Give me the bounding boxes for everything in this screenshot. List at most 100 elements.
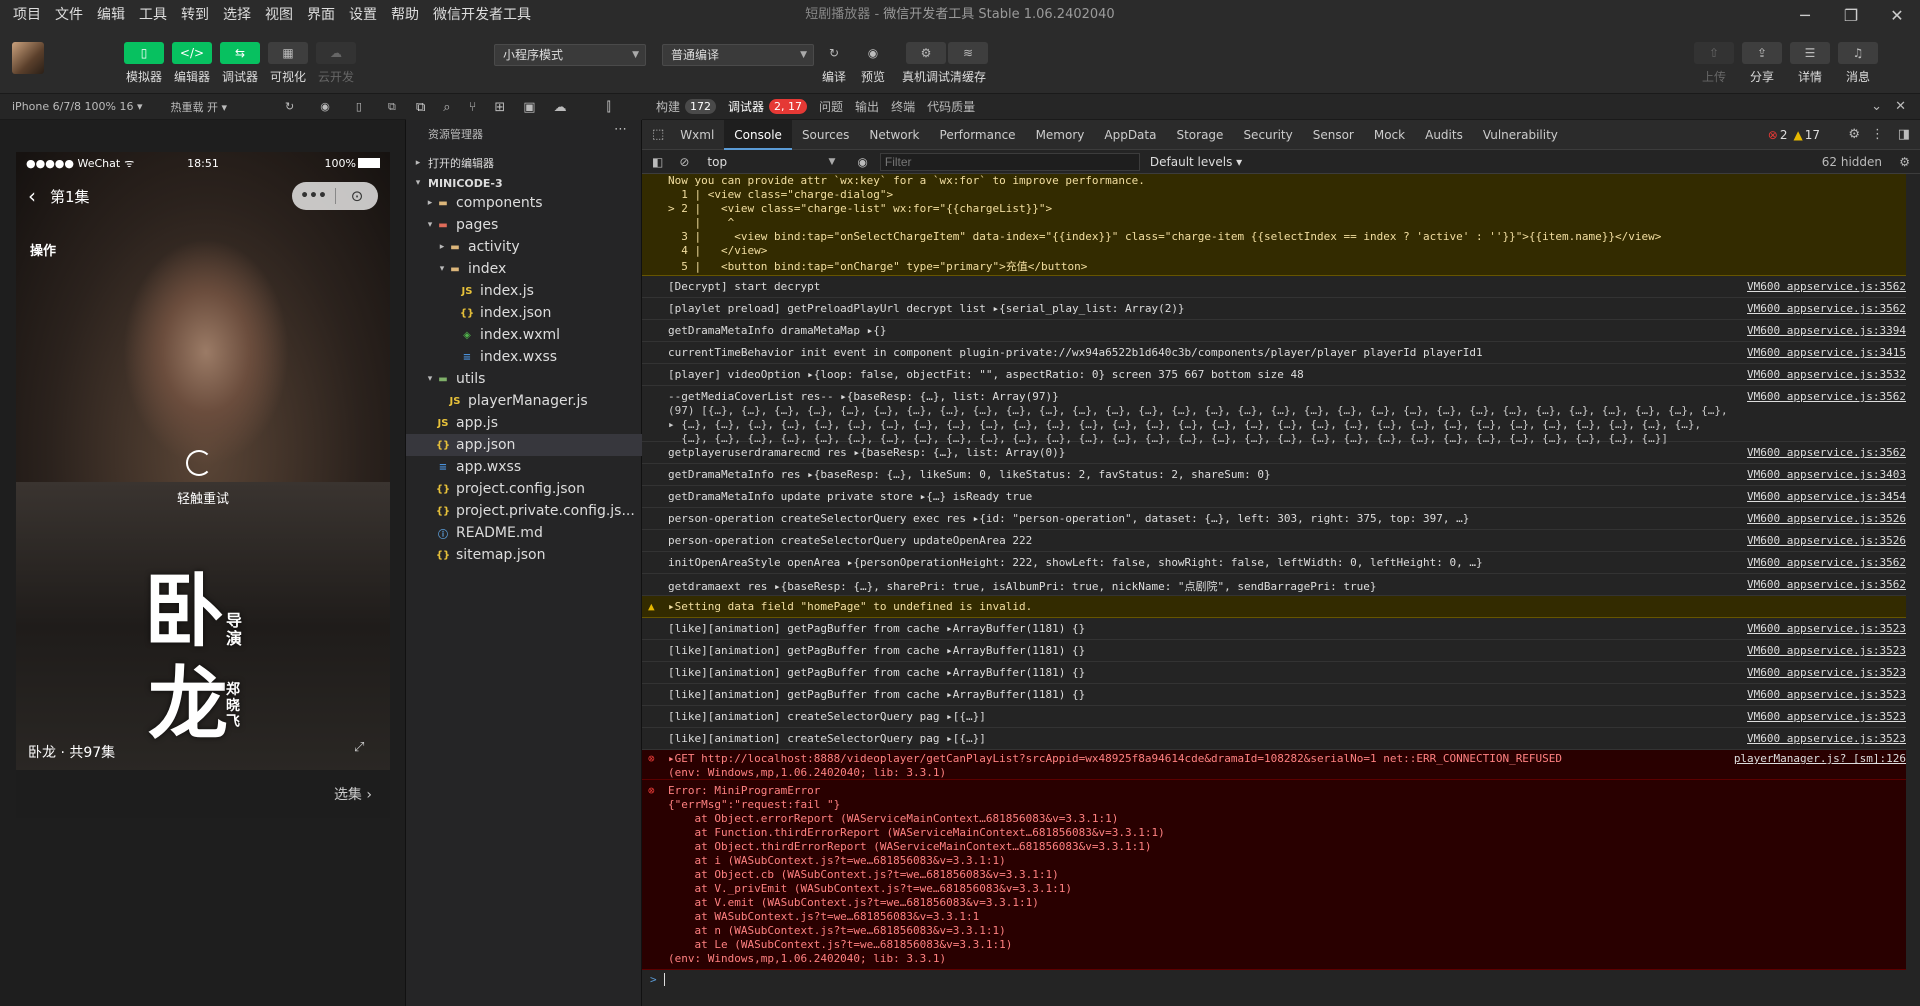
close-icon[interactable]: ✕ (1874, 0, 1920, 30)
rotate-icon[interactable]: ↻ (285, 100, 294, 113)
tree-item-utils[interactable]: ▾ ▬ utils (406, 368, 642, 390)
menu-item-3[interactable]: 工具 (132, 0, 174, 30)
tree-item-sitemap-json[interactable]: {} sitemap.json (406, 544, 642, 566)
log-source-link[interactable]: VM600 appservice.js:3523 (1747, 622, 1906, 635)
device-select[interactable]: iPhone 6/7/8 100% 16 ▾ (12, 100, 143, 113)
right-action-1[interactable]: ⇪ 分享 (1740, 42, 1784, 85)
log-source-link[interactable]: VM600 appservice.js:3562 (1747, 556, 1906, 569)
compile-select[interactable]: 普通编译 ▼ (662, 44, 814, 66)
tree-item-readme-md[interactable]: ⓘ README.md (406, 522, 642, 544)
error-line[interactable]: ▸GET http://localhost:8888/videoplayer/g… (668, 752, 1562, 765)
panel-tab-1[interactable]: 调试器 2, 17 (728, 98, 808, 115)
log-source-link[interactable]: VM600 appservice.js:3526 (1747, 534, 1906, 547)
more-icon[interactable]: ⋯ (614, 122, 627, 137)
back-arrow-icon[interactable]: ‹ (28, 184, 36, 208)
tab-memory[interactable]: Memory (1026, 120, 1095, 150)
log-source-link[interactable]: VM600 appservice.js:3562 (1747, 302, 1906, 315)
toolbar-button-2[interactable]: ⇆ 调试器 (218, 42, 262, 85)
search-icon[interactable]: ⌕ (443, 100, 450, 115)
popout-icon[interactable]: ⧉ (388, 100, 396, 114)
log-source-link[interactable]: VM600 appservice.js:3562 (1747, 446, 1906, 459)
close-miniprogram-icon[interactable]: ⊙ (336, 187, 378, 205)
tab-storage[interactable]: Storage (1166, 120, 1233, 150)
warning-message[interactable]: ▸Setting data field "homePage" to undefi… (668, 600, 1032, 613)
tree-item-index-js[interactable]: JS index.js (406, 280, 642, 302)
project-section[interactable]: ▾ MINICODE-3 (406, 172, 642, 194)
right-action-3[interactable]: ♫ 消息 (1836, 42, 1880, 85)
phone-icon[interactable]: ▯ (356, 100, 362, 113)
tree-item-components[interactable]: ▸ ▬ components (406, 192, 642, 214)
menu-item-9[interactable]: 帮助 (384, 0, 426, 30)
action-button-1[interactable]: ◉ 预览 (851, 42, 895, 85)
log-source-link[interactable]: VM600 appservice.js:3403 (1747, 468, 1906, 481)
avatar[interactable] (12, 42, 44, 74)
tree-item-project-private-config-js-[interactable]: {} project.private.config.js... (406, 500, 642, 522)
tab-security[interactable]: Security (1233, 120, 1302, 150)
close-panel-icon[interactable]: ✕ (1895, 99, 1906, 114)
menu-item-5[interactable]: 选择 (216, 0, 258, 30)
tab-sources[interactable]: Sources (792, 120, 859, 150)
log-array-preview[interactable]: (97) [{…}, {…}, {…}, {…}, {…}, {…}, {…},… (668, 404, 1728, 417)
tab-appdata[interactable]: AppData (1094, 120, 1166, 150)
eye-icon[interactable]: ◉ (857, 155, 867, 169)
console-settings-icon[interactable]: ⚙ (1899, 155, 1910, 169)
menu-item-7[interactable]: 界面 (300, 0, 342, 30)
toolbar-button-1[interactable]: </> 编辑器 (170, 42, 214, 85)
tree-item-pages[interactable]: ▾ ▬ pages (406, 214, 642, 236)
hot-reload-toggle[interactable]: 热重载 开 ▾ (171, 99, 228, 115)
right-action-0[interactable]: ⇧ 上传 (1692, 42, 1736, 85)
retry-text[interactable]: 轻触重试 (16, 488, 390, 507)
tab-wxml[interactable]: Wxml (670, 120, 724, 150)
git-icon[interactable]: ⑂ (469, 100, 477, 115)
kebab-menu-icon[interactable]: ⋮ (1871, 127, 1884, 142)
cloud-icon[interactable]: ☁ (554, 100, 567, 115)
log-source-link[interactable]: VM600 appservice.js:3523 (1747, 710, 1906, 723)
log-source-link[interactable]: VM600 appservice.js:3394 (1747, 324, 1906, 337)
tree-item-app-js[interactable]: JS app.js (406, 412, 642, 434)
tree-item-app-json[interactable]: {} app.json (406, 434, 642, 456)
tree-item-index-wxml[interactable]: ◈ index.wxml (406, 324, 642, 346)
issue-counts[interactable]: ⊗ 2 ▲ 17 (1768, 128, 1820, 142)
files-icon[interactable]: ⧉ (416, 100, 425, 115)
tab-network[interactable]: Network (859, 120, 929, 150)
log-source-link[interactable]: VM600 appservice.js:3526 (1747, 512, 1906, 525)
log-source-link[interactable]: VM600 appservice.js:3562 (1747, 578, 1906, 591)
toolbar-button-4[interactable]: ☁ 云开发 (314, 42, 358, 85)
context-select[interactable]: top ▼ (703, 153, 839, 171)
mode-select[interactable]: 小程序模式 ▼ (494, 44, 646, 66)
menu-item-1[interactable]: 文件 (48, 0, 90, 30)
tree-item-activity[interactable]: ▸ ▬ activity (406, 236, 642, 258)
split-icon[interactable]: ⫿ (607, 100, 611, 115)
more-icon[interactable]: ••• (292, 188, 335, 204)
open-editors-section[interactable]: ▸ 打开的编辑器 (406, 152, 642, 174)
toolbar-button-3[interactable]: ▦ 可视化 (266, 42, 310, 85)
action-button-3[interactable]: ≋ 清缓存 (946, 42, 990, 85)
log-source-link[interactable]: VM600 appservice.js:3523 (1747, 666, 1906, 679)
right-action-2[interactable]: ☰ 详情 (1788, 42, 1832, 85)
tab-mock[interactable]: Mock (1364, 120, 1415, 150)
panel-tab-3[interactable]: 输出 (855, 98, 879, 115)
tab-audits[interactable]: Audits (1415, 120, 1473, 150)
clear-console-icon[interactable]: ⊘ (679, 155, 689, 169)
action-button-0[interactable]: ↻ 编译 (812, 42, 856, 85)
maximize-icon[interactable]: ❐ (1828, 0, 1874, 30)
panel-tab-5[interactable]: 代码质量 (927, 98, 975, 115)
menu-item-10[interactable]: 微信开发者工具 (426, 0, 538, 30)
menu-item-2[interactable]: 编辑 (90, 0, 132, 30)
toolbar-button-0[interactable]: ▯ 模拟器 (122, 42, 166, 85)
tab-performance[interactable]: Performance (930, 120, 1026, 150)
tree-item-index-wxss[interactable]: ≡ index.wxss (406, 346, 642, 368)
menu-item-8[interactable]: 设置 (342, 0, 384, 30)
menu-item-6[interactable]: 视图 (258, 0, 300, 30)
chevron-down-icon[interactable]: ⌄ (1871, 99, 1882, 114)
panel-tab-0[interactable]: 构建 172 (656, 98, 717, 115)
log-source-link[interactable]: VM600 appservice.js:3415 (1747, 346, 1906, 359)
retry-icon[interactable] (186, 450, 212, 476)
log-source-link[interactable]: VM600 appservice.js:3523 (1747, 644, 1906, 657)
record-icon[interactable]: ◉ (320, 100, 330, 113)
dock-icon[interactable]: ◨ (1898, 127, 1910, 142)
log-source-link[interactable]: VM600 appservice.js:3523 (1747, 688, 1906, 701)
select-episode-button[interactable]: 选集 › (334, 784, 372, 804)
tab-vulnerability[interactable]: Vulnerability (1473, 120, 1568, 150)
tree-item-project-config-json[interactable]: {} project.config.json (406, 478, 642, 500)
